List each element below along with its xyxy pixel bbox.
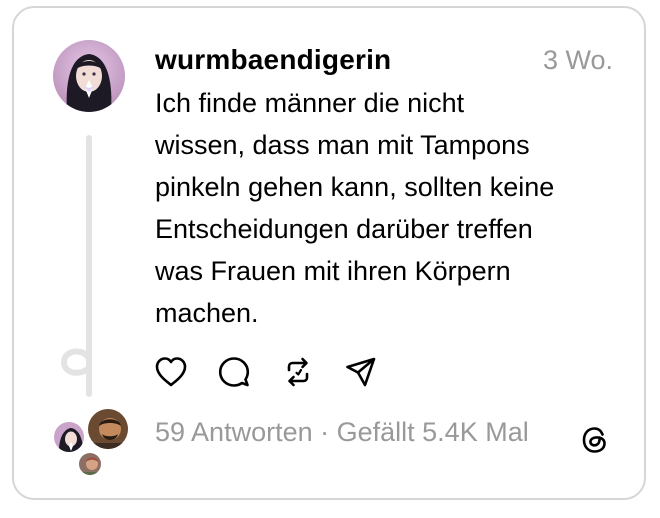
reply-avatar[interactable] xyxy=(86,407,130,451)
repost-icon xyxy=(287,357,309,387)
post-text: Ich finde männer die nicht wissen, dass … xyxy=(155,82,615,334)
repost-button[interactable] xyxy=(280,354,316,390)
reply-avatar[interactable] xyxy=(52,420,86,454)
comment-button[interactable] xyxy=(216,354,252,390)
post-stats: 59 Antworten · Gefällt 5.4K Mal xyxy=(155,417,529,448)
thread-loop-icon xyxy=(60,348,92,386)
post-text-line: was Frauen mit ihren Körpern xyxy=(155,256,511,286)
author-avatar[interactable] xyxy=(53,40,125,112)
heart-icon xyxy=(155,357,187,387)
post-text-line: Ich finde männer die nicht xyxy=(155,88,465,118)
post-text-line: pinkeln gehen kann, sollten keine xyxy=(155,172,555,202)
likes-count[interactable]: Gefällt 5.4K Mal xyxy=(337,417,529,447)
comment-icon xyxy=(218,357,250,387)
post-timestamp: 3 Wo. xyxy=(542,45,613,75)
threads-logo-icon[interactable] xyxy=(578,423,612,457)
reply-avatar[interactable] xyxy=(77,451,103,477)
share-icon xyxy=(346,357,376,387)
author-username[interactable]: wurmbaendigerin xyxy=(155,44,391,76)
post-text-line: machen. xyxy=(155,298,259,328)
post-text-line: Entscheidungen darüber treffen xyxy=(155,214,533,244)
post-text-line: wissen, dass man mit Tampons xyxy=(155,130,530,160)
like-button[interactable] xyxy=(153,354,189,390)
stats-separator: · xyxy=(312,417,337,447)
share-button[interactable] xyxy=(343,354,379,390)
replies-count[interactable]: 59 Antworten xyxy=(155,417,313,447)
